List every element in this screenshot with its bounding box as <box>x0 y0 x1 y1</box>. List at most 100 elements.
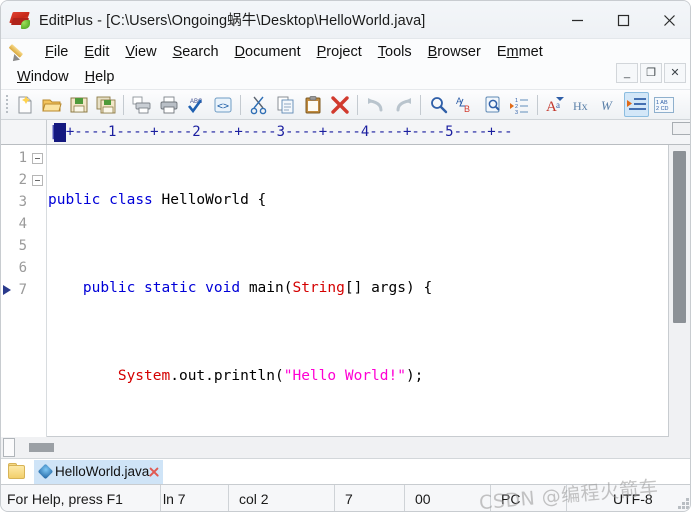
indent-icon[interactable] <box>624 92 649 117</box>
menu-item-window[interactable]: Window <box>9 67 77 87</box>
token-plain: [] args) { <box>344 280 433 296</box>
menu-item-view[interactable]: View <box>117 42 164 62</box>
horizontal-scrollbar-thumb[interactable] <box>29 443 54 452</box>
code-line: System.out.println("Hello World!"); <box>48 365 670 387</box>
hex-view-icon[interactable]: Hx <box>570 92 595 117</box>
replace-icon[interactable]: A B <box>453 92 478 117</box>
vertical-scrollbar-thumb[interactable] <box>673 151 686 323</box>
menu-bar: File Edit View Search Document Project T… <box>1 39 690 89</box>
svg-text:W: W <box>601 98 613 113</box>
menu-item-help[interactable]: Help <box>77 67 123 87</box>
vertical-scrollbar[interactable] <box>668 145 690 437</box>
line-number-row: 3 <box>1 191 47 213</box>
save-all-icon[interactable] <box>93 92 118 117</box>
menu-item-browser[interactable]: Browser <box>420 42 489 62</box>
sort-lines-icon[interactable]: 1 AB 2 CD <box>651 92 676 117</box>
line-number-row: 1 <box>1 147 47 169</box>
token-class: System <box>117 368 171 384</box>
pencil-icon <box>8 41 31 64</box>
token-keyword: public <box>82 280 136 296</box>
fold-marker-icon[interactable] <box>32 174 43 186</box>
window-title: EditPlus - [C:\Users\Ongoing蜗牛\Desktop\H… <box>39 13 426 29</box>
word-wrap-icon[interactable]: W <box>597 92 622 117</box>
window-controls <box>554 1 690 39</box>
mdi-restore-button[interactable]: ❐ <box>640 63 662 83</box>
token-keyword: void <box>205 280 241 296</box>
menu-item-project[interactable]: Project <box>309 42 370 62</box>
delete-icon[interactable] <box>327 92 352 117</box>
status-hex: 00 <box>405 485 491 511</box>
tab-helloworld-java[interactable]: HelloWorld.java <box>34 459 164 484</box>
document-tab-bar: HelloWorld.java <box>1 459 690 485</box>
svg-text:Hx: Hx <box>573 99 588 113</box>
goto-line-icon[interactable]: 1 2 3 <box>507 92 532 117</box>
menu-item-document[interactable]: Document <box>227 42 309 62</box>
font-icon[interactable]: A a <box>543 92 568 117</box>
mdi-minimize-button[interactable]: _ <box>616 63 638 83</box>
menu-item-file[interactable]: File <box>37 42 76 62</box>
view-source-icon[interactable]: <> <box>210 92 235 117</box>
code-content[interactable]: public class HelloWorld { public static … <box>48 145 670 437</box>
code-line: public class HelloWorld { <box>48 189 670 211</box>
toolbar: ABC <> A B 1 2 3 A a Hx W 1 AB 2 CD <box>1 89 690 120</box>
menu-item-emmet[interactable]: Emmet <box>489 42 551 62</box>
menu-item-tools[interactable]: Tools <box>370 42 420 62</box>
save-icon[interactable] <box>66 92 91 117</box>
maximize-icon[interactable] <box>600 1 646 39</box>
status-help: For Help, press F1 <box>1 485 161 511</box>
toolbar-separator <box>123 94 124 115</box>
line-number: 1 <box>18 150 27 166</box>
tab-close-icon[interactable] <box>147 465 161 479</box>
toolbar-separator <box>537 94 538 115</box>
resize-grip[interactable] <box>677 498 690 511</box>
scrollbar-left-cap[interactable] <box>3 438 15 457</box>
status-char: 7 <box>335 485 405 511</box>
ruler-caret-indicator <box>54 123 66 142</box>
svg-text:3: 3 <box>515 110 518 115</box>
editplus-window: EditPlus - [C:\Users\Ongoing蜗牛\Desktop\H… <box>0 0 691 512</box>
minimize-icon[interactable] <box>554 1 600 39</box>
status-col: col 2 <box>229 485 335 511</box>
line-number-row: 6 <box>1 257 47 279</box>
folder-icon[interactable] <box>8 462 28 481</box>
spell-check-icon[interactable]: ABC <box>183 92 208 117</box>
line-number-gutter: 1 2 3 4 5 6 7 <box>1 145 47 437</box>
line-number: 2 <box>18 172 27 188</box>
copy-icon[interactable] <box>273 92 298 117</box>
new-file-icon[interactable] <box>12 92 37 117</box>
svg-text:a: a <box>556 100 560 110</box>
token-plain: HelloWorld { <box>152 192 267 208</box>
ruler-gutter <box>1 120 47 144</box>
toolbar-separator <box>420 94 421 115</box>
line-number-row: 7 <box>1 279 47 301</box>
undo-icon[interactable] <box>363 92 388 117</box>
print-icon[interactable] <box>156 92 181 117</box>
find-icon[interactable] <box>426 92 451 117</box>
redo-icon[interactable] <box>390 92 415 117</box>
find-in-files-icon[interactable] <box>480 92 505 117</box>
toolbar-separator <box>240 94 241 115</box>
mdi-close-button[interactable]: ✕ <box>664 63 686 83</box>
status-encoding: UTF-8 <box>567 485 690 511</box>
toolbar-grip[interactable] <box>3 94 11 116</box>
cut-icon[interactable] <box>246 92 271 117</box>
close-icon[interactable] <box>646 1 690 39</box>
editor-area[interactable]: 1 2 3 4 5 6 7 public class HelloWorld {… <box>1 145 690 437</box>
menu-item-search[interactable]: Search <box>165 42 227 62</box>
fold-marker-icon[interactable] <box>32 152 43 164</box>
print-preview-icon[interactable] <box>129 92 154 117</box>
open-folder-icon[interactable] <box>39 92 64 117</box>
horizontal-scrollbar[interactable] <box>1 437 690 459</box>
column-ruler: |—+----1----+----2----+----3----+----4--… <box>1 120 690 145</box>
line-number: 4 <box>18 216 27 232</box>
status-platform: PC <box>491 485 567 511</box>
title-bar: EditPlus - [C:\Users\Ongoing蜗牛\Desktop\H… <box>1 1 690 39</box>
line-number-row: 4 <box>1 213 47 235</box>
line-number: 5 <box>18 238 27 254</box>
menu-item-edit[interactable]: Edit <box>76 42 117 62</box>
line-number-row: 2 <box>1 169 47 191</box>
paste-icon[interactable] <box>300 92 325 117</box>
